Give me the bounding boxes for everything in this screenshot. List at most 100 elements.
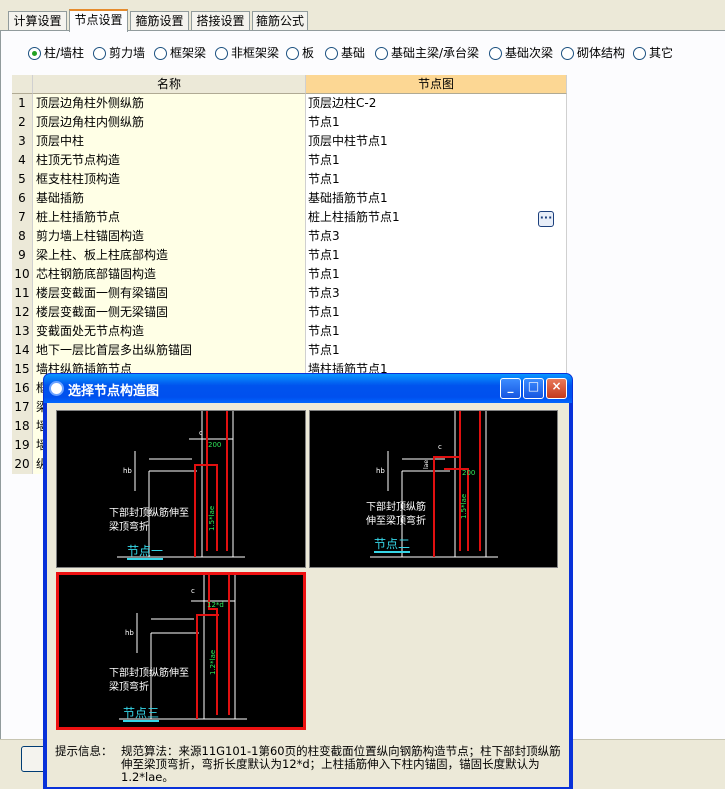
radio-other[interactable]: 其它 (633, 46, 677, 62)
tab-lap-settings[interactable]: 搭接设置 (191, 11, 250, 31)
table-row[interactable]: 13 变截面处无节点构造 节点1 (12, 322, 567, 341)
svg-text:1.5*lae: 1.5*lae (208, 506, 216, 531)
row-number: 12 (12, 303, 33, 322)
svg-text:1.2*lae: 1.2*lae (209, 650, 217, 675)
svg-text:c: c (438, 443, 442, 451)
row-name-cell[interactable]: 框支柱柱顶构造 (33, 170, 306, 189)
svg-text:hb: hb (123, 467, 132, 475)
row-name-cell[interactable]: 梁上柱、板上柱底部构造 (33, 246, 306, 265)
table-row[interactable]: 10 芯柱钢筋底部锚固构造 节点1 (12, 265, 567, 284)
row-node-cell[interactable]: 节点1 (306, 303, 567, 322)
table-row[interactable]: 5 框支柱柱顶构造 节点1 (12, 170, 567, 189)
row-number: 18 (12, 417, 33, 436)
svg-text:c: c (191, 587, 195, 595)
node-thumbnail-2[interactable]: 200 c hb lae 1.5*lae 下部封顶纵筋 伸至梁顶弯折 节点二 (309, 410, 558, 568)
row-number: 4 (12, 151, 33, 170)
row-name-cell[interactable]: 楼层变截面一侧无梁锚固 (33, 303, 306, 322)
row-node-cell[interactable]: 顶层边柱C-2 (306, 94, 567, 113)
radio-non-frame-beam[interactable]: 非框架梁 (215, 46, 280, 62)
node-thumbnail-3[interactable]: 12*d c hb 1.2*lae 下部封顶纵筋伸至 梁顶弯折 节点三 (56, 572, 306, 730)
row-name-cell[interactable]: 桩上柱插筋节点 (33, 208, 306, 227)
row-name-cell[interactable]: 柱顶无节点构造 (33, 151, 306, 170)
row-name-cell[interactable]: 楼层变截面一侧有梁锚固 (33, 284, 306, 303)
row-name-cell[interactable]: 顶层边角柱内侧纵筋 (33, 113, 306, 132)
dialog-titlebar[interactable]: 选择节点构造图 _ □ × (44, 374, 572, 403)
tab-stirrup-formula[interactable]: 箍筋公式 (252, 11, 308, 31)
radio-foundation[interactable]: 基础 (325, 46, 367, 62)
table-row[interactable]: 4 柱顶无节点构造 节点1 (12, 151, 567, 170)
svg-text:12*d: 12*d (207, 601, 224, 609)
radio-dot (325, 47, 338, 60)
svg-text:200: 200 (208, 441, 221, 449)
radio-foundation-main-beam[interactable]: 基础主梁/承台梁 (375, 46, 485, 62)
radio-dot (561, 47, 574, 60)
row-node-cell[interactable]: 节点3 (306, 227, 567, 246)
row-node-cell[interactable]: 节点1 (306, 265, 567, 284)
svg-text:1.5*lae: 1.5*lae (460, 494, 468, 519)
row-name-cell[interactable]: 顶层中柱 (33, 132, 306, 151)
table-row[interactable]: 6 基础插筋 基础插筋节点1 (12, 189, 567, 208)
tab-node-settings[interactable]: 节点设置 (69, 9, 128, 32)
row-node-cell[interactable]: 节点1 (306, 170, 567, 189)
radio-frame-beam[interactable]: 框架梁 (154, 46, 209, 62)
node-1-diagram: 200 c hb 1.5*lae (117, 411, 245, 558)
radio-dot (28, 47, 41, 60)
row-node-cell[interactable]: 节点1 (306, 151, 567, 170)
radio-slab[interactable]: 板 (286, 46, 316, 62)
row-name-cell[interactable]: 顶层边角柱外侧纵筋 (33, 94, 306, 113)
radio-foundation-secondary-beam[interactable]: 基础次梁 (489, 46, 555, 62)
table-row[interactable]: 9 梁上柱、板上柱底部构造 节点1 (12, 246, 567, 265)
row-name-cell[interactable]: 变截面处无节点构造 (33, 322, 306, 341)
tab-stirrup-settings[interactable]: 箍筋设置 (130, 11, 189, 31)
table-row[interactable]: 1 顶层边角柱外侧纵筋 顶层边柱C-2 (12, 94, 567, 113)
hint-label: 提示信息： (55, 744, 113, 758)
row-number: 3 (12, 132, 33, 151)
row-node-cell[interactable]: 节点1 (306, 113, 567, 132)
table-row[interactable]: 7 桩上柱插筋节点 桩上柱插筋节点1 (12, 208, 567, 227)
row-node-cell[interactable]: 基础插筋节点1 (306, 189, 567, 208)
radio-dot (215, 47, 228, 60)
row-node-cell[interactable]: 节点3 (306, 284, 567, 303)
svg-text:c: c (199, 429, 203, 437)
radio-shear-wall[interactable]: 剪力墙 (93, 46, 148, 62)
radio-dot (93, 47, 106, 60)
radio-column[interactable]: 柱/墙柱 (28, 46, 88, 62)
row-number: 16 (12, 379, 33, 398)
table-row[interactable]: 14 地下一层比首层多出纵筋锚固 节点1 (12, 341, 567, 360)
row-node-cell[interactable]: 顶层中柱节点1 (306, 132, 567, 151)
app-icon (49, 381, 64, 396)
radio-dot (286, 47, 299, 60)
row-name-cell[interactable]: 剪力墙上柱锚固构造 (33, 227, 306, 246)
node-1-caption: 节点一 (127, 544, 164, 560)
row-node-cell[interactable]: 节点1 (306, 341, 567, 360)
row-number-header (12, 75, 33, 94)
row-number: 10 (12, 265, 33, 284)
radio-masonry[interactable]: 砌体结构 (561, 46, 627, 62)
row-node-cell[interactable]: 节点1 (306, 246, 567, 265)
table-row[interactable]: 12 楼层变截面一侧无梁锚固 节点1 (12, 303, 567, 322)
maximize-button[interactable]: □ (523, 378, 544, 399)
node-picker-ellipsis-button[interactable]: ··· (538, 211, 554, 227)
row-name-cell[interactable]: 地下一层比首层多出纵筋锚固 (33, 341, 306, 360)
table-row[interactable]: 2 顶层边角柱内侧纵筋 节点1 (12, 113, 567, 132)
row-name-cell[interactable]: 芯柱钢筋底部锚固构造 (33, 265, 306, 284)
minimize-button[interactable]: _ (500, 378, 521, 399)
tab-calc-settings[interactable]: 计算设置 (8, 11, 67, 31)
table-row[interactable]: 8 剪力墙上柱锚固构造 节点3 (12, 227, 567, 246)
row-node-cell[interactable]: 桩上柱插筋节点1 (306, 208, 567, 227)
row-number: 1 (12, 94, 33, 113)
row-name-cell[interactable]: 基础插筋 (33, 189, 306, 208)
node-2-note-line-2: 伸至梁顶弯折 (366, 516, 426, 527)
row-number: 14 (12, 341, 33, 360)
node-thumbnail-1[interactable]: 200 c hb 1.5*lae 下部封顶纵筋伸至 梁顶弯折 节点一 (56, 410, 306, 568)
node-3-caption: 节点三 (123, 706, 160, 722)
dialog-title: 选择节点构造图 (68, 384, 160, 399)
row-number: 9 (12, 246, 33, 265)
tab-bar: 计算设置 节点设置 箍筋设置 搭接设置 箍筋公式 (0, 0, 725, 32)
close-button[interactable]: × (546, 378, 567, 399)
node-2-diagram: 200 c hb lae 1.5*lae (370, 411, 498, 558)
table-row[interactable]: 11 楼层变截面一侧有梁锚固 节点3 (12, 284, 567, 303)
table-row[interactable]: 3 顶层中柱 顶层中柱节点1 (12, 132, 567, 151)
row-node-cell[interactable]: 节点1 (306, 322, 567, 341)
row-number: 13 (12, 322, 33, 341)
